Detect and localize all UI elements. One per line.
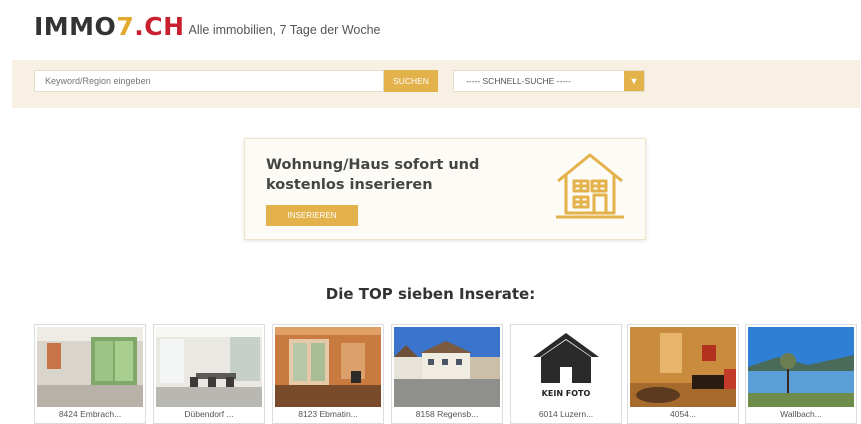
listing-caption: Wallbach... [780,409,822,419]
listing-caption: 8424 Embrach... [58,409,122,419]
quick-search-label: ----- SCHNELL-SUCHE ----- [466,76,571,86]
search-input[interactable] [34,70,384,92]
listing-photo[interactable] [275,327,381,407]
listing-caption: 4054... [670,409,696,419]
listing-photo[interactable] [394,327,500,407]
logo[interactable]: IMMO7.CH [34,12,185,42]
chevron-down-icon[interactable]: ▼ [624,71,644,91]
listing-photo[interactable] [630,327,736,407]
house-icon [556,153,624,219]
no-photo-text: KEIN FOTO [541,389,591,398]
listing-caption: 8123 Ebmatin... [298,409,358,419]
search-bar: SUCHEN ----- SCHNELL-SUCHE ----- ▼ [12,60,860,108]
listing-caption: 6014 Luzern... [538,409,594,419]
listing-card[interactable]: Dübendorf ... [153,324,265,424]
listing-card[interactable]: 8424 Embrach... [34,324,146,424]
insert-button[interactable]: INSERIEREN [266,205,358,226]
listing-photo[interactable] [37,327,143,407]
top-listings-heading: Die TOP sieben Inserate: [325,285,536,303]
listing-card[interactable]: 8123 Ebmatin... [272,324,384,424]
tagline: Alle immobilien, 7 Tage der Woche [188,23,381,37]
listing-photo[interactable] [748,327,854,407]
listing-card[interactable]: 8158 Regensb... [391,324,503,424]
listing-photo[interactable] [156,327,262,407]
promo-box: Wohnung/Haus sofort und kostenlos inseri… [244,138,646,240]
header: IMMO7.CH Alle immobilien, 7 Tage der Woc… [34,6,381,42]
listing-card[interactable]: Wallbach... [745,324,857,424]
promo-title: Wohnung/Haus sofort und kostenlos inseri… [266,157,480,193]
logo-text-ch: .CH [134,12,185,41]
listing-photo[interactable]: KEIN FOTO [513,327,619,407]
listing-caption: Dübendorf ... [184,409,234,419]
quick-search-select[interactable]: ----- SCHNELL-SUCHE ----- ▼ [453,70,645,92]
logo-text-seven: 7 [116,12,135,41]
listing-card[interactable]: KEIN FOTO 6014 Luzern... [510,324,622,424]
search-button[interactable]: SUCHEN [384,70,438,92]
listing-caption: 8158 Regensb... [415,409,479,419]
listing-card[interactable]: 4054... [627,324,739,424]
logo-text-immo: IMMO [34,12,117,41]
